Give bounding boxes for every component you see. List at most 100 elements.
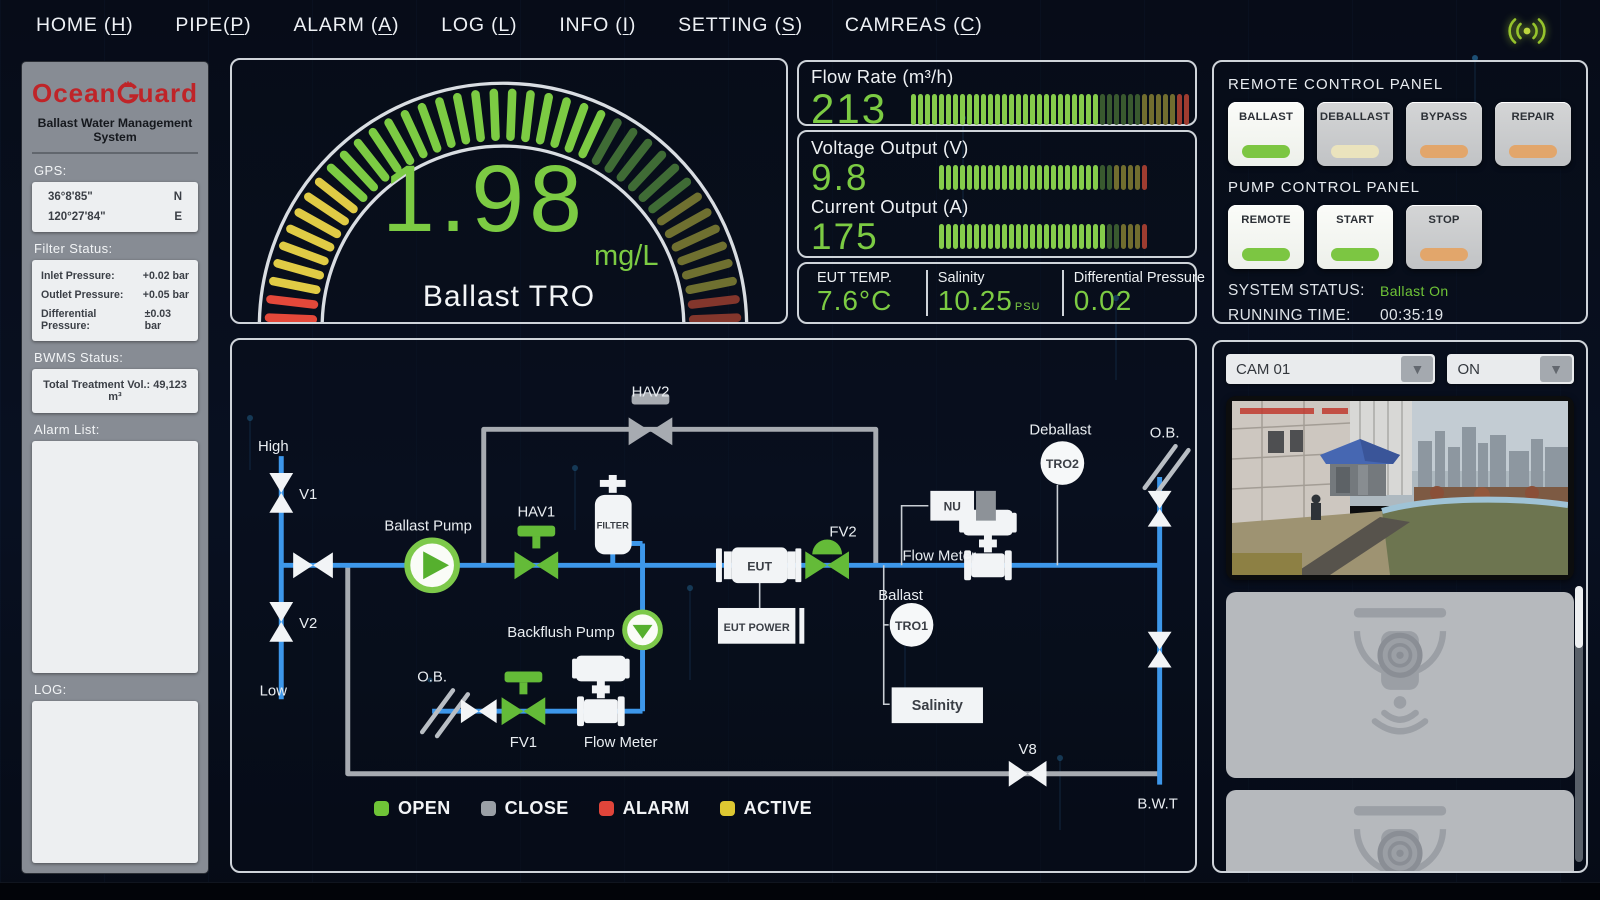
chevron-down-icon[interactable]: ▼ bbox=[1540, 356, 1572, 382]
log-label: LOG: bbox=[34, 682, 196, 697]
valve-hav2[interactable] bbox=[629, 394, 673, 446]
filter-unit[interactable]: FILTER bbox=[595, 475, 632, 554]
eut-unit[interactable]: EUT bbox=[716, 547, 801, 583]
svg-text:B.W.T: B.W.T bbox=[1137, 796, 1178, 812]
meter-current-output-a-: Current Output (A)175 bbox=[811, 196, 1183, 255]
top-nav: HOME (H) PIPE(P) ALARM (A) LOG (L) INFO (I) S… bbox=[36, 14, 983, 37]
gauge-tick bbox=[278, 263, 320, 275]
camera-placeholder-2[interactable] bbox=[1226, 790, 1574, 873]
meter-bar bbox=[939, 165, 1147, 190]
gps-row: 120°27'84"E bbox=[40, 207, 190, 227]
svg-text:HAV2: HAV2 bbox=[632, 385, 670, 401]
filter-status-label: Filter Status: bbox=[34, 241, 196, 256]
valve-v2[interactable] bbox=[269, 602, 293, 642]
remote-button[interactable]: REMOTE bbox=[1228, 205, 1304, 269]
tro2-sensor[interactable]: TRO2 bbox=[1041, 441, 1085, 485]
nav-item-h[interactable]: HOME (H) bbox=[36, 14, 133, 37]
filter-row: Differential Pressure:±0.03 bar bbox=[40, 304, 190, 335]
camera-select[interactable]: CAM 01 ▼ bbox=[1226, 354, 1435, 384]
status-rows: SYSTEM STATUS: Ballast On RUNNING TIME: … bbox=[1228, 282, 1572, 325]
logo-g-ship-icon bbox=[115, 72, 140, 114]
logo-text: uard bbox=[138, 78, 198, 109]
valve-fv2[interactable] bbox=[805, 539, 849, 579]
legend-swatch bbox=[599, 801, 614, 816]
gauge-tick bbox=[457, 97, 466, 140]
nu-box[interactable]: NU bbox=[930, 491, 996, 521]
nav-item-p[interactable]: PIPE(P) bbox=[175, 14, 251, 37]
flow-rate-panel: Flow Rate (m³/h)213 bbox=[797, 60, 1197, 126]
chevron-down-icon[interactable]: ▼ bbox=[1401, 356, 1433, 382]
nav-item-i[interactable]: INFO (I) bbox=[559, 14, 636, 37]
deballast-button[interactable]: DEBALLAST bbox=[1317, 102, 1393, 166]
gauge-tick bbox=[269, 318, 313, 320]
pipe-diagram-panel: FILTER EUT bbox=[230, 338, 1197, 873]
alarm-list-label: Alarm List: bbox=[34, 422, 196, 437]
log-list[interactable] bbox=[32, 701, 198, 863]
gps-label: GPS: bbox=[34, 163, 196, 178]
start-button[interactable]: START bbox=[1317, 205, 1393, 269]
nav-item-c[interactable]: CAMREAS (C) bbox=[845, 14, 983, 37]
svg-text:Low: Low bbox=[260, 683, 288, 699]
camera-placeholder-1[interactable] bbox=[1226, 592, 1574, 778]
button-label: REMOTE bbox=[1241, 214, 1291, 226]
overboard-valve-top[interactable] bbox=[1148, 491, 1172, 527]
ballast-button[interactable]: BALLAST bbox=[1228, 102, 1304, 166]
legend-close: CLOSE bbox=[481, 798, 569, 819]
camera-feed[interactable] bbox=[1226, 396, 1574, 580]
metric-differential-pressure: Differential Pressure0.02 bbox=[1062, 270, 1215, 316]
manual-valve[interactable] bbox=[461, 699, 497, 723]
gauge-tick bbox=[555, 102, 567, 144]
metric-value: 0.02 bbox=[1074, 286, 1205, 317]
gauge-tick bbox=[494, 93, 496, 137]
svg-text:FV1: FV1 bbox=[510, 735, 537, 751]
nav-item-s[interactable]: SETTING (S) bbox=[678, 14, 803, 37]
repair-button[interactable]: REPAIR bbox=[1495, 102, 1571, 166]
scrollbar[interactable] bbox=[1575, 586, 1583, 862]
svg-text:O.B.: O.B. bbox=[1150, 425, 1180, 441]
nav-item-a[interactable]: ALARM (A) bbox=[293, 14, 399, 37]
svg-text:V2: V2 bbox=[299, 616, 317, 632]
tro-gauge-label: Ballast TRO bbox=[232, 280, 786, 314]
gps-box: 36°8'85"N120°27'84"E bbox=[32, 182, 198, 232]
flow-meter-1[interactable] bbox=[572, 656, 630, 726]
bwt-valve[interactable] bbox=[1148, 632, 1172, 668]
backflush-pump[interactable] bbox=[625, 612, 661, 648]
tro1-sensor[interactable]: TRO1 bbox=[890, 603, 934, 647]
alarm-list[interactable] bbox=[32, 441, 198, 673]
bwms-status-label: BWMS Status: bbox=[34, 350, 196, 365]
metric-label: EUT TEMP. bbox=[817, 270, 916, 286]
camera-power-select[interactable]: ON ▼ bbox=[1447, 354, 1574, 384]
bypass-button[interactable]: BYPASS bbox=[1406, 102, 1482, 166]
stop-button[interactable]: STOP bbox=[1406, 205, 1482, 269]
meter-flow-rate-m-h-: Flow Rate (m³/h)213 bbox=[811, 66, 1183, 130]
pipes bbox=[281, 429, 1159, 784]
pump-control-title: PUMP CONTROL PANEL bbox=[1228, 179, 1572, 196]
scrollbar-thumb[interactable] bbox=[1575, 586, 1583, 648]
eut-power[interactable]: EUT POWER bbox=[718, 608, 804, 644]
legend-label: ACTIVE bbox=[744, 798, 812, 819]
button-label: STOP bbox=[1428, 214, 1459, 226]
legend-swatch bbox=[720, 801, 735, 816]
bwms-total-volume: Total Treatment Vol.: 49,123 m³ bbox=[43, 379, 187, 403]
legend-label: OPEN bbox=[398, 798, 451, 819]
svg-text:Flow Meter: Flow Meter bbox=[902, 548, 976, 564]
valve-v1[interactable] bbox=[269, 473, 293, 513]
filter-label: FILTER bbox=[597, 520, 629, 531]
button-label: REPAIR bbox=[1511, 111, 1554, 123]
button-indicator bbox=[1420, 248, 1468, 261]
tro-gauge-panel: 1.98 mg/L Ballast TRO bbox=[230, 58, 788, 324]
ballast-pump[interactable] bbox=[407, 540, 457, 590]
status-legend: OPENCLOSEALARMACTIVE bbox=[374, 798, 812, 819]
svg-text:V1: V1 bbox=[299, 487, 317, 503]
svg-text:Flow Meter: Flow Meter bbox=[584, 735, 658, 751]
nav-item-l[interactable]: LOG (L) bbox=[441, 14, 517, 37]
filter-status-box: Inlet Pressure:+0.02 barOutlet Pressure:… bbox=[32, 260, 198, 341]
running-time-value: 00:35:19 bbox=[1380, 307, 1444, 325]
svg-text:O.B.: O.B. bbox=[417, 669, 447, 685]
valve-fv1[interactable] bbox=[502, 672, 546, 726]
legend-open: OPEN bbox=[374, 798, 451, 819]
valve-hav1[interactable] bbox=[514, 526, 558, 580]
salinity-sensor[interactable]: Salinity bbox=[892, 687, 983, 723]
diagram-labels: High V1 V2 Low Ballast Pump HAV1 HAV2 Ba… bbox=[258, 385, 1179, 813]
meter-title: Voltage Output (V) bbox=[811, 137, 1183, 159]
